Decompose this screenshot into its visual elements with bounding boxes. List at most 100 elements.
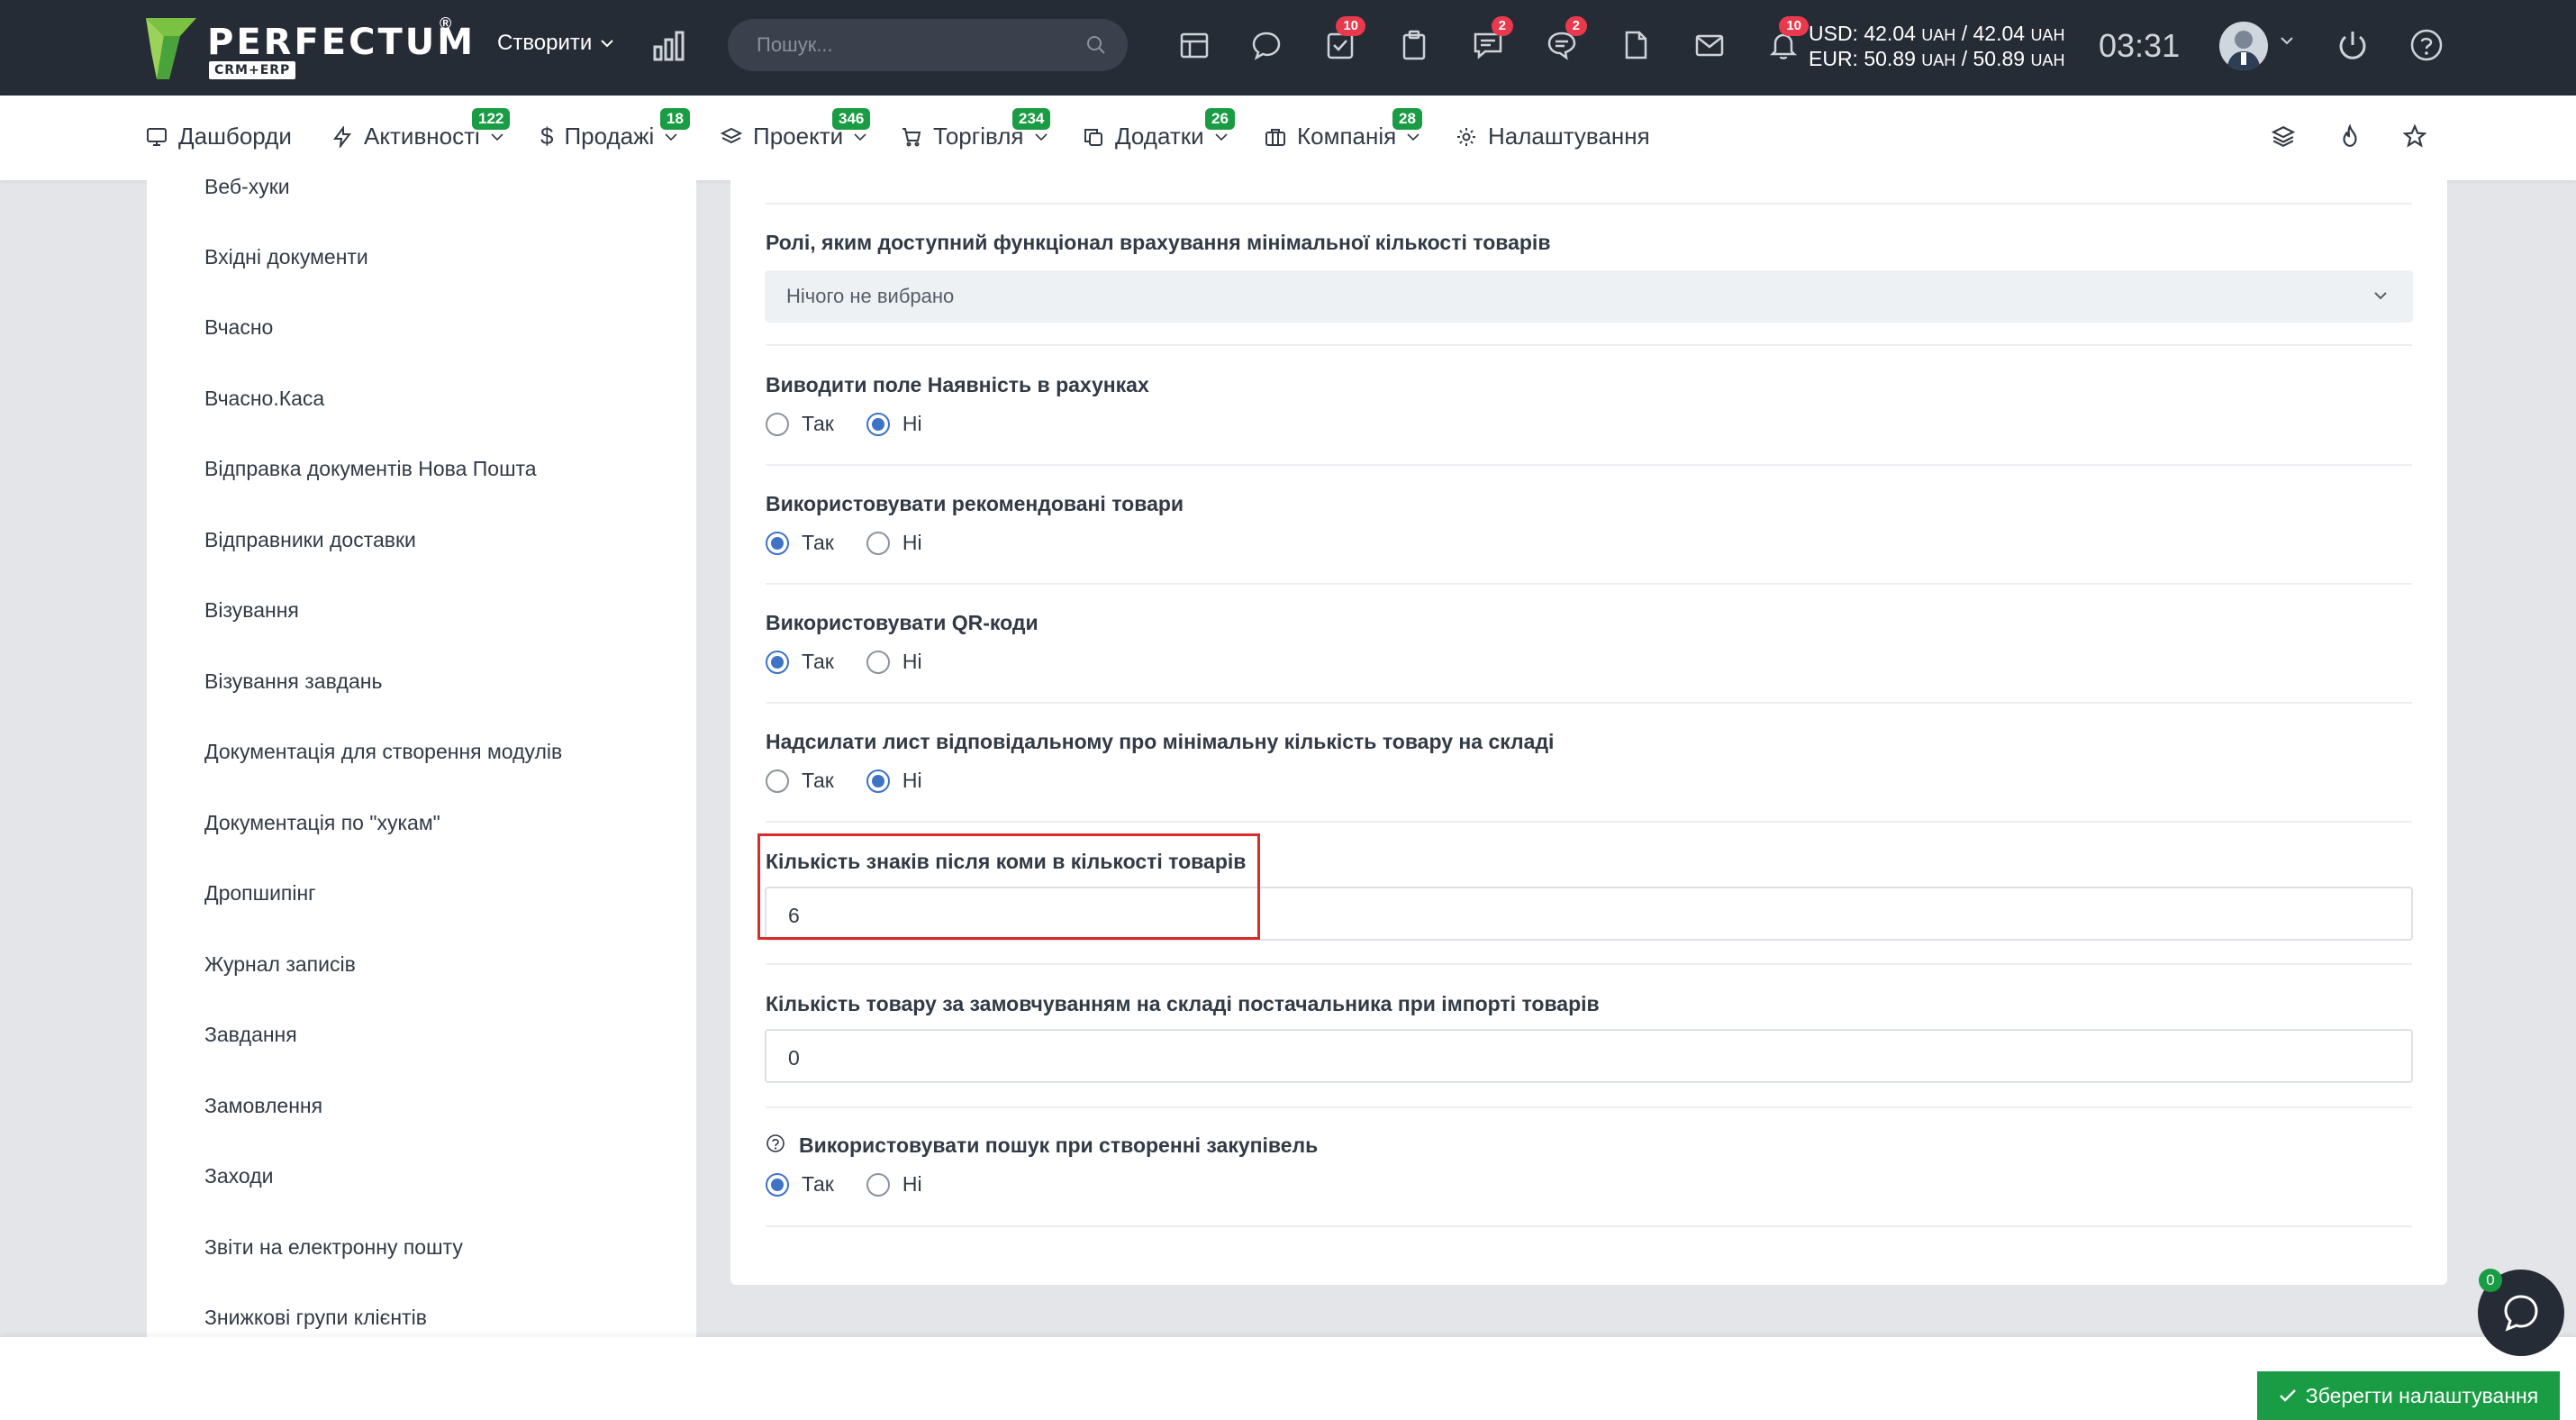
power-icon[interactable] — [2335, 27, 2371, 63]
sidebar-item[interactable]: Звіти на електронну пошту — [204, 1235, 463, 1260]
nav-item-company[interactable]: Компанія 28 — [1265, 108, 1422, 150]
search-icon[interactable] — [1086, 35, 1106, 55]
default-qty-input[interactable]: 0 — [765, 1029, 2413, 1083]
sidebar-item[interactable]: Дропшипінг — [204, 881, 316, 906]
chevron-down-icon[interactable] — [2281, 36, 2293, 45]
usd-rate: USD: 42.04 UAH / 42.04 UAH — [1809, 22, 2065, 45]
divider — [766, 344, 2412, 346]
search-box[interactable] — [728, 19, 1128, 71]
clock: 03:31 — [2099, 27, 2181, 64]
star-icon[interactable] — [2403, 124, 2426, 148]
sidebar-item[interactable]: Заходи — [204, 1164, 273, 1188]
sidebar-item[interactable]: Знижкові групи клієнтів — [204, 1306, 427, 1330]
sidebar-item[interactable]: Відправка документів Нова Пошта — [204, 457, 537, 481]
bell-icon[interactable]: 10 — [1765, 16, 1809, 63]
nav-item-settings[interactable]: Налаштування — [1456, 123, 1650, 150]
tasks-badge: 10 — [1336, 16, 1365, 36]
sidebar-item[interactable]: Вхідні документи — [204, 245, 368, 269]
nav-item-sales[interactable]: $ Продажі 18 — [540, 108, 690, 150]
roles-label: Ролі, яким доступний функціонал врахуван… — [766, 231, 1551, 254]
chevron-down-icon — [2374, 292, 2387, 300]
availability-yes-option[interactable]: Так — [766, 412, 834, 436]
top-bar: PERFECTUM ® CRM+ERP Створити 10 2 2 — [0, 0, 2576, 96]
nav-badge-sales: 18 — [660, 108, 690, 130]
sidebar-item[interactable]: Журнал записів — [204, 952, 356, 977]
logo-subtitle: CRM+ERP — [209, 61, 296, 79]
reports-chart-icon[interactable] — [652, 29, 686, 63]
nav-item-projects[interactable]: Проекти 346 — [721, 108, 871, 150]
save-settings-button[interactable]: Зберегти налаштування — [2257, 1371, 2560, 1420]
sidebar-item[interactable]: Візування — [204, 598, 299, 623]
radio-button-selected[interactable] — [766, 1172, 789, 1197]
document-icon[interactable] — [1618, 27, 1654, 63]
divider — [766, 583, 2412, 585]
min-letter-label: Надсилати лист відповідальному про мінім… — [766, 730, 1555, 753]
layers-icon[interactable] — [2272, 124, 2295, 148]
currency-rates: USD: 42.04 UAH / 42.04 UAH EUR: 50.89 UA… — [1809, 22, 2064, 72]
recommended-yes-option[interactable]: Так — [766, 531, 834, 555]
min-letter-yes-option[interactable]: Так — [766, 769, 834, 793]
messages-icon[interactable]: 2 — [1470, 16, 1513, 63]
chevron-down-icon — [601, 40, 614, 48]
radio-button[interactable] — [766, 412, 789, 436]
nav-item-trade[interactable]: Торгівля 234 — [901, 108, 1051, 150]
sidebar-item[interactable]: Завдання — [204, 1023, 297, 1047]
sidebar-item[interactable]: Документація для створення модулів — [204, 740, 562, 764]
qr-no-option[interactable]: Ні — [866, 650, 922, 674]
recommended-label: Використовувати рекомендовані товари — [766, 492, 1184, 515]
sidebar-item[interactable]: Замовлення — [204, 1094, 322, 1118]
check-icon — [2279, 1389, 2296, 1402]
create-label: Створити — [497, 31, 593, 55]
search-purchase-no-option[interactable]: Ні — [866, 1172, 922, 1197]
search-input[interactable] — [757, 33, 1063, 57]
sidebar-item[interactable]: Вчасно.Каса — [204, 387, 324, 411]
search-purchase-yes-option[interactable]: Так — [766, 1172, 834, 1197]
qr-yes-option[interactable]: Так — [766, 650, 834, 674]
sidebar-item[interactable]: Вчасно — [204, 315, 273, 340]
radio-button-selected[interactable] — [766, 531, 789, 555]
nav-item-addons[interactable]: Додатки 26 — [1083, 108, 1235, 150]
sidebar-item[interactable]: Відправники доставки — [204, 528, 416, 552]
nav-item-dashboards[interactable]: Дашборди — [146, 123, 292, 150]
divider — [766, 821, 2412, 823]
radio-button-selected[interactable] — [866, 769, 890, 793]
tasks-icon[interactable]: 10 — [1322, 16, 1365, 63]
create-menu-button[interactable]: Створити — [497, 31, 614, 56]
nav-badge-projects: 346 — [832, 108, 871, 130]
comments-icon[interactable]: 2 — [1544, 16, 1587, 63]
radio-button[interactable] — [866, 1172, 890, 1197]
radio-button-selected[interactable] — [866, 412, 890, 436]
sidebar-item[interactable]: Веб-хуки — [204, 175, 290, 199]
fire-icon[interactable] — [2338, 124, 2362, 148]
sidebar-item[interactable]: Візування завдань — [204, 669, 382, 694]
dollar-icon: $ — [540, 123, 554, 150]
recommended-no-option[interactable]: Ні — [866, 531, 922, 555]
help-icon[interactable] — [2408, 27, 2444, 63]
roles-select-value: Нічого не вибрано — [786, 285, 955, 307]
radio-button[interactable] — [866, 650, 890, 674]
sidebar-item[interactable]: Документація по "хукам" — [204, 811, 440, 835]
layers-icon — [721, 127, 742, 143]
notifications-badge: 10 — [1779, 16, 1809, 36]
search-purchase-radio-group: Так Ні — [766, 1172, 955, 1197]
default-qty-input-value: 0 — [788, 1046, 800, 1070]
settings-sidebar: Веб-хуки Вхідні документи Вчасно Вчасно.… — [147, 175, 696, 1343]
calendar-icon[interactable] — [1176, 27, 1212, 63]
min-letter-no-option[interactable]: Ні — [866, 769, 922, 793]
chat-icon — [2504, 1295, 2538, 1332]
logo[interactable]: PERFECTUM ® CRM+ERP — [144, 14, 473, 81]
mail-icon[interactable] — [1692, 27, 1728, 63]
avatar[interactable] — [2219, 22, 2268, 70]
question-circle-icon[interactable] — [766, 1133, 785, 1153]
radio-button-selected[interactable] — [766, 650, 789, 674]
radio-button[interactable] — [866, 531, 890, 555]
nav-badge-activities: 122 — [472, 108, 511, 130]
gear-icon — [1457, 127, 1475, 146]
roles-select[interactable]: Нічого не вибрано — [765, 270, 2413, 323]
clipboard-icon[interactable] — [1396, 27, 1432, 63]
radio-button[interactable] — [766, 769, 789, 793]
nav-item-activities[interactable]: Активності 122 — [331, 108, 511, 150]
divider — [766, 203, 2412, 205]
availability-no-option[interactable]: Ні — [866, 412, 922, 436]
chat-bubble-icon[interactable] — [1248, 27, 1284, 63]
